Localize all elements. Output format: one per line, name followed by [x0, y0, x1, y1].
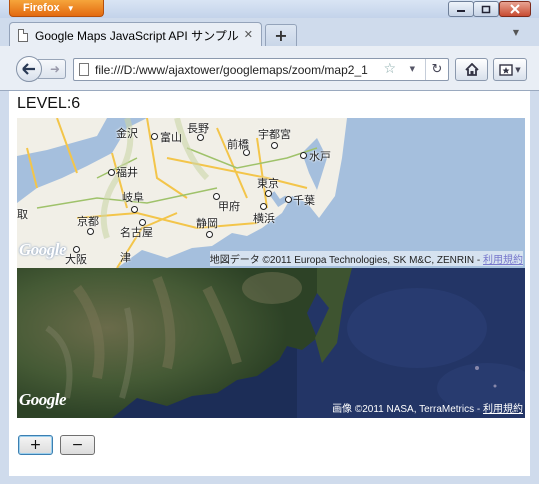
city-label: 富山 — [160, 132, 182, 144]
tab-strip: Google Maps JavaScript API サンプル ✕ + ▼ — [0, 18, 539, 48]
city-label: 甲府 — [218, 201, 240, 213]
close-icon — [510, 4, 520, 14]
city-label: 長野 — [187, 123, 209, 135]
city-label: 金沢 — [116, 128, 138, 140]
city-marker — [265, 190, 272, 197]
bookmarks-icon — [499, 63, 513, 76]
attribution-text: 画像 ©2011 NASA, TerraMetrics - — [332, 404, 483, 415]
tab-list-arrow-icon[interactable]: ▼ — [513, 28, 519, 37]
terms-link[interactable]: 利用規約 — [483, 255, 523, 266]
navigation-toolbar: ➜ file:///D:/www/ajaxtower/googlemaps/zo… — [0, 46, 539, 91]
zoom-out-button[interactable]: − — [60, 435, 95, 455]
tab-close-icon[interactable]: ✕ — [244, 28, 253, 41]
chevron-down-icon: ▼ — [515, 65, 521, 74]
back-button[interactable] — [16, 56, 42, 82]
city-label: 津 — [120, 252, 131, 264]
city-label: 宇都宮 — [258, 129, 291, 141]
firefox-menu-label: Firefox — [23, 2, 60, 14]
reload-icon[interactable]: ↻ — [425, 59, 448, 80]
city-label: 千葉 — [293, 195, 315, 207]
bookmark-star-icon[interactable]: ☆ — [383, 61, 396, 77]
google-logo[interactable]: Google — [19, 390, 67, 410]
url-text[interactable]: file:///D:/www/ajaxtower/googlemaps/zoom… — [95, 63, 375, 77]
city-marker — [271, 142, 278, 149]
minimize-icon — [457, 10, 465, 12]
road-map[interactable]: 金沢 富山 長野 宇都宮 前橋 水戸 福井 東京 甲府 千葉 岐阜 横浜 京都 … — [17, 118, 525, 268]
city-label: 横浜 — [253, 213, 275, 225]
city-label: 京都 — [77, 216, 99, 228]
history-dropdown-icon[interactable]: ▼ — [410, 65, 415, 73]
city-marker — [206, 231, 213, 238]
bookmarks-button[interactable]: ▼ — [493, 58, 527, 81]
address-bar[interactable]: file:///D:/www/ajaxtower/googlemaps/zoom… — [73, 58, 449, 81]
restore-button[interactable] — [473, 1, 499, 17]
page-content: LEVEL:6 金沢 富山 長野 宇都宮 前橋 水戸 福井 東京 甲府 千葉 岐… — [9, 91, 530, 476]
terms-link[interactable]: 利用規約 — [483, 404, 523, 415]
firefox-menu-button[interactable]: Firefox ▼ — [9, 0, 104, 17]
zoom-level-text: LEVEL:6 — [17, 95, 81, 112]
city-marker — [151, 133, 158, 140]
city-label: 取 — [17, 209, 28, 221]
close-button[interactable] — [499, 1, 531, 17]
google-logo[interactable]: Google — [19, 240, 67, 260]
zoom-in-button[interactable]: + — [18, 435, 53, 455]
new-tab-button[interactable]: + — [265, 24, 297, 46]
back-forward-group: ➜ — [16, 56, 66, 82]
city-label: 大阪 — [65, 254, 87, 266]
city-marker — [87, 228, 94, 235]
attribution-text: 地図データ ©2011 Europa Technologies, SK M&C,… — [209, 255, 483, 266]
back-arrow-icon — [22, 63, 35, 75]
city-label: 岐阜 — [122, 192, 144, 204]
city-marker — [260, 203, 267, 210]
map-attribution: 地図データ ©2011 Europa Technologies, SK M&C,… — [209, 251, 523, 266]
city-marker — [300, 152, 307, 159]
city-marker — [285, 196, 292, 203]
city-label: 東京 — [257, 178, 279, 190]
tab-google-maps-sample[interactable]: Google Maps JavaScript API サンプル ✕ — [9, 22, 262, 48]
satellite-map[interactable]: Google 画像 ©2011 NASA, TerraMetrics - 利用規… — [17, 268, 525, 418]
page-icon — [18, 29, 28, 42]
city-label: 前橋 — [227, 139, 249, 151]
forward-button[interactable]: ➜ — [38, 59, 66, 79]
restore-icon — [481, 5, 491, 13]
map-attribution: 画像 ©2011 NASA, TerraMetrics - 利用規約 — [332, 400, 523, 415]
chevron-down-icon: ▼ — [66, 3, 75, 13]
city-label: 静岡 — [196, 218, 218, 230]
city-label: 名古屋 — [120, 227, 153, 239]
forward-arrow-icon: ➜ — [49, 62, 60, 76]
home-icon — [464, 63, 479, 76]
plus-icon: + — [274, 26, 288, 45]
home-button[interactable] — [455, 58, 488, 81]
city-marker — [108, 169, 115, 176]
city-marker — [131, 206, 138, 213]
minimize-button[interactable] — [448, 1, 474, 17]
satellite-map-image — [17, 268, 525, 418]
page-icon — [79, 63, 89, 76]
city-label: 水戸 — [309, 151, 331, 163]
tab-label: Google Maps JavaScript API サンプル — [35, 29, 239, 43]
city-label: 福井 — [116, 167, 138, 179]
title-bar: Firefox ▼ — [0, 0, 539, 18]
